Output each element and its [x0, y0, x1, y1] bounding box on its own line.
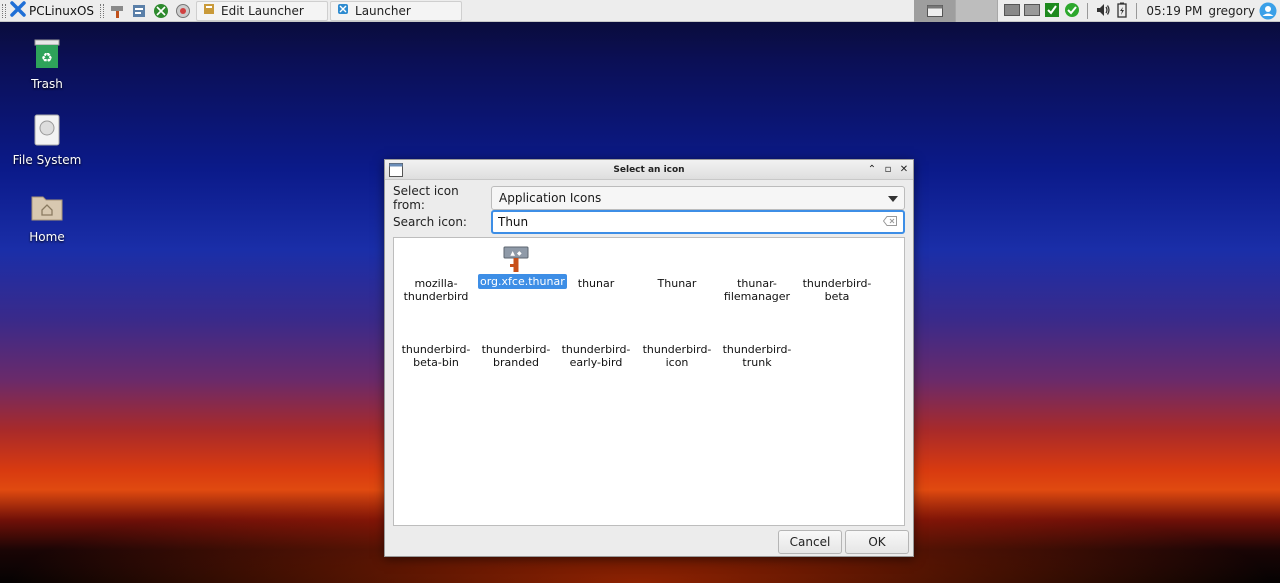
- select-from-row: Select icon from: Application Icons: [393, 184, 905, 212]
- thunar-icon: ▲ ◆: [478, 244, 554, 274]
- icon-item[interactable]: thunar-filemanager: [719, 276, 795, 304]
- icon-item[interactable]: thunderbird-beta-bin: [398, 342, 474, 370]
- ok-button[interactable]: OK: [845, 530, 909, 554]
- icon-item[interactable]: thunderbird-early-bird: [558, 342, 634, 370]
- launcher-hammer-icon[interactable]: [106, 0, 128, 22]
- desktop-icon-trash[interactable]: ♻ Trash: [7, 38, 87, 91]
- select-icon-dialog: Select an icon ⌃ ▫ ✕ Select icon from: A…: [384, 159, 914, 557]
- launcher-xbox-icon[interactable]: [150, 0, 172, 22]
- icon-source-dropdown[interactable]: Application Icons: [491, 186, 905, 210]
- task-edit-launcher[interactable]: Edit Launcher: [196, 0, 329, 21]
- workspace-2[interactable]: [956, 0, 999, 22]
- select-from-label: Select icon from:: [393, 184, 459, 212]
- user-avatar-icon[interactable]: [1259, 2, 1280, 20]
- icon-item-label: thunderbird-early-bird: [561, 343, 631, 369]
- icon-item-label: thunderbird-branded: [481, 343, 551, 369]
- desktop-icon-label: Trash: [31, 77, 63, 91]
- window-controls: ⌃ ▫ ✕: [867, 163, 909, 177]
- shade-icon[interactable]: ⌃: [867, 163, 877, 177]
- icon-item[interactable]: Thunar: [639, 276, 715, 291]
- home-folder-icon: [31, 191, 63, 226]
- checkbox-tray-icon[interactable]: [1044, 2, 1060, 21]
- tray-separator: [1087, 3, 1089, 19]
- icon-item-selected[interactable]: ▲ ◆ org.xfce.thunar: [478, 244, 567, 289]
- battery-icon[interactable]: [1115, 2, 1129, 21]
- desktop-icon-label: File System: [12, 153, 82, 167]
- tray-window-icon[interactable]: [1004, 3, 1021, 19]
- applications-menu-label: PCLinuxOS: [29, 3, 95, 18]
- panel-grip: [100, 3, 105, 18]
- desktop-icon-label: Home: [29, 230, 65, 244]
- workspace-1[interactable]: [914, 0, 957, 22]
- svg-text:▲ ◆: ▲ ◆: [510, 250, 522, 257]
- launcher-settings-icon[interactable]: [128, 0, 150, 22]
- desktop-icon-home[interactable]: Home: [7, 191, 87, 244]
- task-label: Launcher: [355, 3, 411, 18]
- panel-right: 05:19 PM gregory: [914, 0, 1280, 22]
- icon-item[interactable]: thunderbird-trunk: [719, 342, 795, 370]
- applications-menu-button[interactable]: PCLinuxOS: [8, 0, 98, 22]
- icon-item[interactable]: thunar: [558, 276, 634, 291]
- icon-item-label: thunar-filemanager: [723, 277, 791, 303]
- icon-grid[interactable]: mozilla-thunderbird ▲ ◆ org.xfce.thunar …: [393, 237, 905, 526]
- dialog-title: Select an icon: [613, 164, 685, 175]
- icon-item-label: thunderbird-trunk: [722, 343, 792, 369]
- icon-item[interactable]: mozilla-thunderbird: [398, 276, 474, 304]
- update-check-icon[interactable]: [1064, 2, 1080, 21]
- workspace-switcher: [914, 0, 999, 22]
- icon-item[interactable]: thunderbird-icon: [639, 342, 715, 370]
- icon-item-label: thunar: [577, 277, 615, 290]
- maximize-icon[interactable]: ▫: [883, 163, 893, 177]
- search-row: Search icon:: [393, 210, 905, 234]
- search-field[interactable]: [491, 210, 905, 234]
- icon-item-label: mozilla-thunderbird: [403, 277, 469, 303]
- edit-launcher-icon: [203, 3, 215, 18]
- task-launcher[interactable]: Launcher: [330, 0, 463, 21]
- icon-item[interactable]: thunderbird-beta: [799, 276, 875, 304]
- launcher-app-icon: [337, 3, 349, 18]
- clear-search-icon[interactable]: [882, 215, 897, 229]
- launcher-monitor-icon[interactable]: [172, 0, 194, 22]
- user-name[interactable]: gregory: [1208, 4, 1259, 18]
- tray-window-icon[interactable]: [1024, 3, 1041, 19]
- desktop-icon-file-system[interactable]: File System: [7, 114, 87, 167]
- icon-item-label: Thunar: [657, 277, 697, 290]
- pclinuxos-logo-icon: [10, 1, 26, 20]
- panel-grip[interactable]: [2, 3, 6, 18]
- icon-source-value: Application Icons: [499, 191, 602, 205]
- icon-item-label: org.xfce.thunar: [478, 274, 567, 289]
- clock[interactable]: 05:19 PM: [1140, 4, 1208, 18]
- dropdown-arrow-icon: [888, 191, 898, 205]
- cancel-button[interactable]: Cancel: [778, 530, 842, 554]
- search-label: Search icon:: [393, 215, 467, 229]
- dialog-titlebar[interactable]: Select an icon ⌃ ▫ ✕: [385, 160, 913, 180]
- system-tray: [998, 2, 1133, 21]
- svg-text:♻: ♻: [41, 51, 53, 66]
- top-panel: PCLinuxOS Edit Launcher Launcher 05:19 P…: [0, 0, 1280, 22]
- icon-item[interactable]: thunderbird-branded: [478, 342, 554, 370]
- tray-separator: [1136, 3, 1138, 19]
- volume-icon[interactable]: [1095, 2, 1111, 21]
- icon-item-label: thunderbird-icon: [642, 343, 712, 369]
- search-input[interactable]: [498, 215, 798, 229]
- icon-item-label: thunderbird-beta: [802, 277, 872, 303]
- close-icon[interactable]: ✕: [899, 163, 909, 177]
- icon-item-label: thunderbird-beta-bin: [401, 343, 471, 369]
- task-label: Edit Launcher: [221, 3, 304, 18]
- trash-icon: ♻: [33, 38, 61, 73]
- drive-icon: [33, 114, 61, 149]
